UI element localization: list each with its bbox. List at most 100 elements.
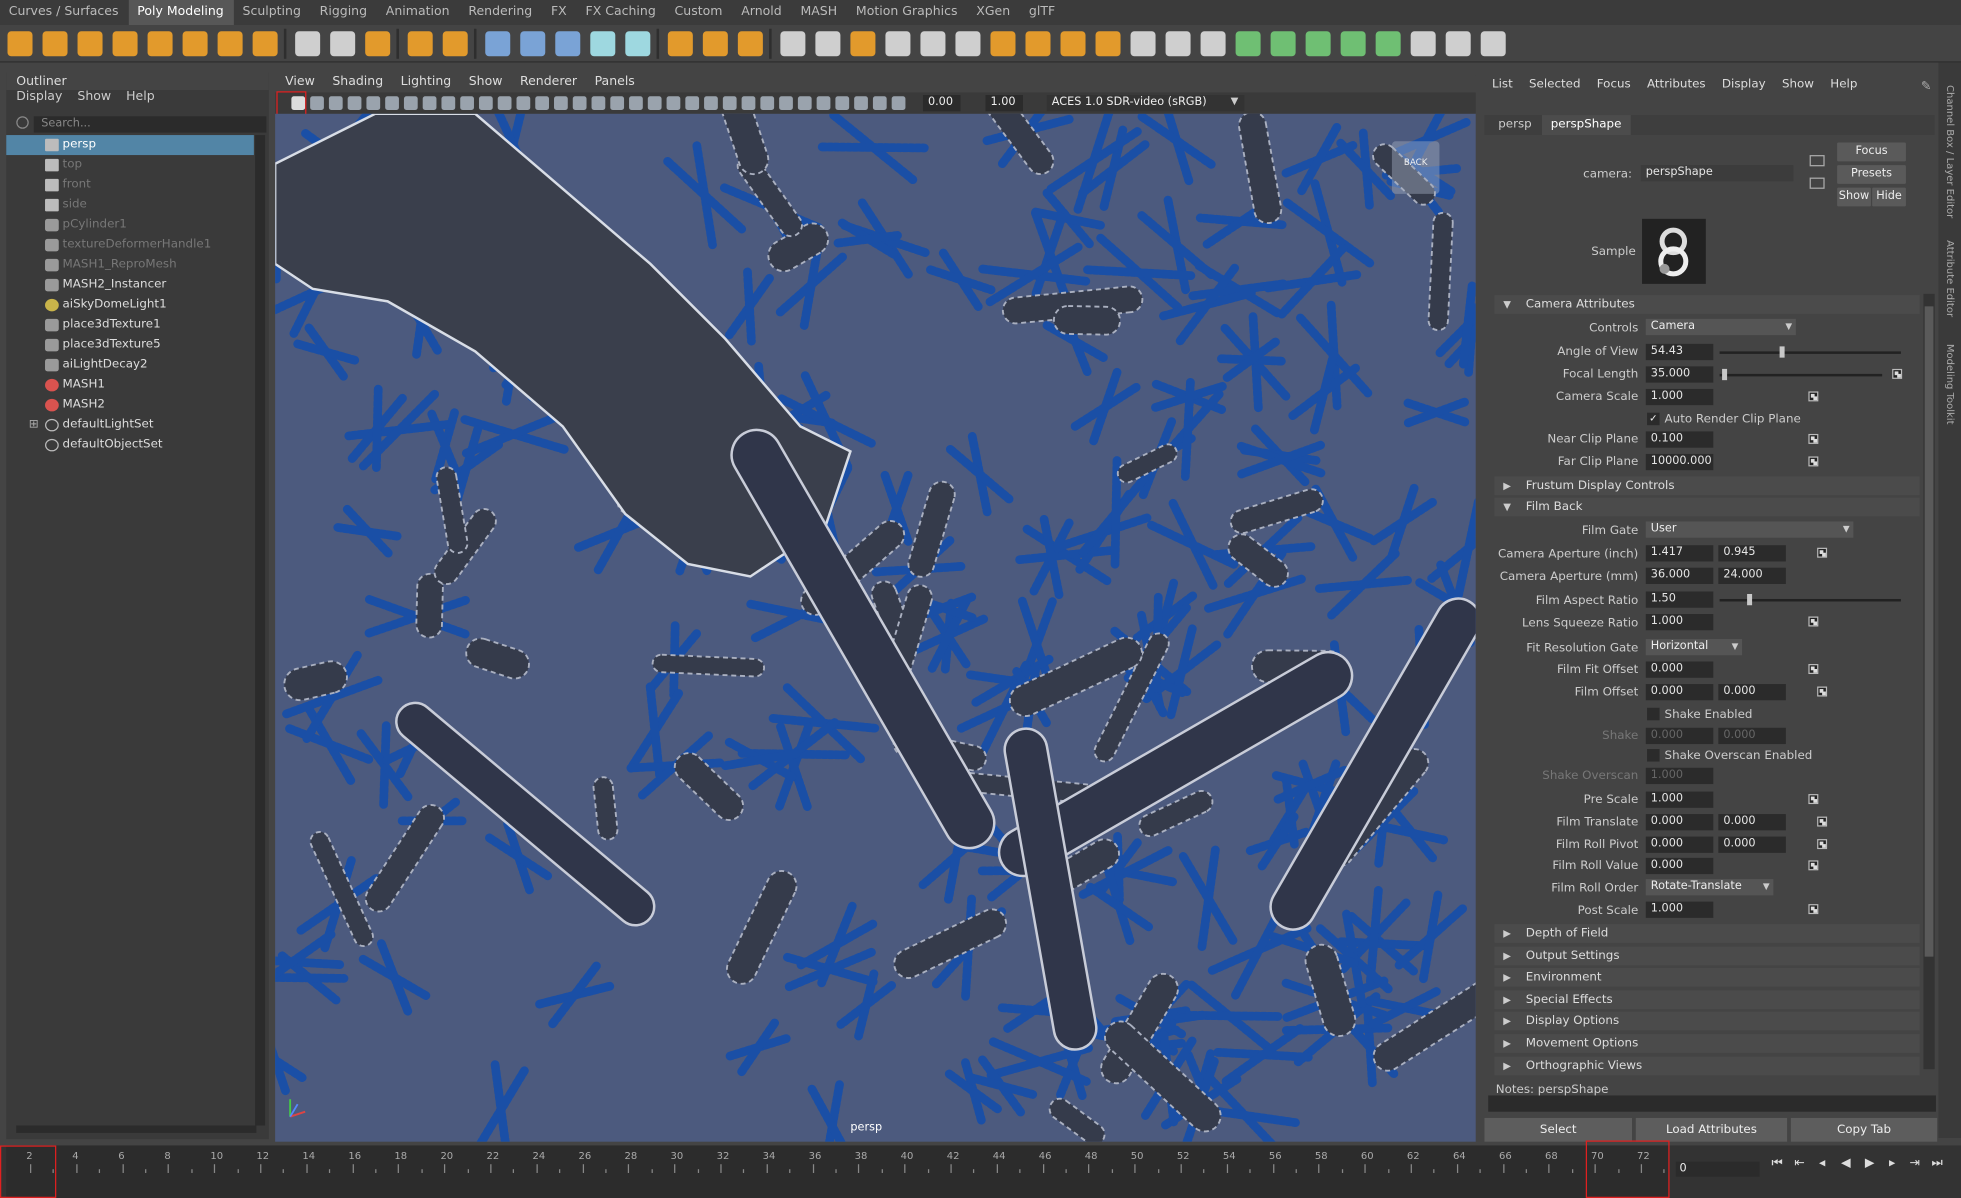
shelf-tool-icon[interactable] xyxy=(1305,31,1331,57)
post-scale-field[interactable]: 1.000 xyxy=(1645,901,1714,918)
viewport-menu-panels[interactable]: Panels xyxy=(595,75,635,93)
film-translate-y-field[interactable]: 0.000 xyxy=(1718,814,1786,831)
map-button-icon[interactable] xyxy=(1808,456,1819,467)
outliner-item[interactable]: MASH1 xyxy=(6,375,254,395)
aperture-inch-x-field[interactable]: 1.417 xyxy=(1645,545,1714,562)
viewport-tool-icon[interactable] xyxy=(647,96,662,111)
viewport-tool-icon[interactable] xyxy=(685,96,700,111)
step-back-frame-icon[interactable]: ◂ xyxy=(1816,1157,1829,1171)
gamma-field[interactable]: 1.00 xyxy=(985,95,1023,112)
shelf-tool-icon[interactable] xyxy=(1165,31,1191,57)
timeline-track[interactable]: 2 4 6 8 10 12 14 16 18 20 22 24 26 28 30 32 34 36 38 40 42 44… xyxy=(6,1145,1670,1198)
viewport-menu-renderer[interactable]: Renderer xyxy=(520,75,577,93)
viewport-tool-icon[interactable] xyxy=(666,96,681,111)
film-roll-order-dropdown[interactable]: Rotate-Translate xyxy=(1645,879,1774,896)
viewport-menu-lighting[interactable]: Lighting xyxy=(401,75,452,93)
focus-icon[interactable] xyxy=(1809,155,1825,167)
current-frame-field[interactable]: 0 xyxy=(1675,1161,1760,1177)
viewport-menu-show[interactable]: Show xyxy=(469,75,503,93)
film-aspect-slider[interactable] xyxy=(1719,593,1901,606)
map-button-icon[interactable] xyxy=(1808,860,1819,871)
ae-menu-display[interactable]: Display xyxy=(1722,78,1766,98)
focus-button[interactable]: Focus xyxy=(1837,142,1906,162)
section-collapsed[interactable]: ▶ Environment xyxy=(1494,968,1920,987)
shelf-tab[interactable]: FX Caching xyxy=(577,0,666,25)
shelf-tab[interactable]: Motion Graphics xyxy=(847,0,967,25)
outliner-item[interactable]: persp xyxy=(6,135,254,156)
shelf-tool-icon[interactable] xyxy=(520,31,546,57)
viewport-tool-icon[interactable] xyxy=(741,96,756,111)
outliner-item[interactable]: ⊞ defaultLightSet xyxy=(6,415,254,435)
shelf-tool-icon[interactable] xyxy=(112,31,138,57)
outliner-horizontal-scrollbar[interactable] xyxy=(16,1125,257,1133)
angle-of-view-slider[interactable] xyxy=(1719,346,1901,358)
focal-length-slider[interactable] xyxy=(1719,368,1883,381)
viewport-tool-icon[interactable] xyxy=(422,96,437,111)
shelf-tool-icon[interactable] xyxy=(885,31,911,57)
outliner-menu-show[interactable]: Show xyxy=(77,90,111,108)
outliner-menu-display[interactable]: Display xyxy=(16,90,62,108)
shelf-tab[interactable]: glTF xyxy=(1020,0,1065,25)
section-camera-attributes[interactable]: ▼ Camera Attributes xyxy=(1494,295,1920,314)
pin-icon[interactable]: ✎ xyxy=(1921,80,1931,94)
color-space-dropdown[interactable]: ACES 1.0 SDR-video (sRGB) xyxy=(1046,95,1245,112)
section-frustum-display[interactable]: ▶ Frustum Display Controls xyxy=(1494,476,1920,496)
film-gate-dropdown[interactable]: User xyxy=(1645,521,1854,538)
viewport-tool-icon[interactable] xyxy=(872,96,887,111)
shelf-tool-icon[interactable] xyxy=(442,31,468,57)
shelf-tool-icon[interactable] xyxy=(780,31,806,57)
viewport-tool-icon[interactable] xyxy=(779,96,793,111)
shelf-tool-icon[interactable] xyxy=(737,31,763,57)
shelf-tool-icon[interactable] xyxy=(182,31,208,57)
outliner-item[interactable]: aiLightDecay2 xyxy=(6,355,254,375)
shelf-tool-icon[interactable] xyxy=(1445,31,1471,57)
ae-menu-selected[interactable]: Selected xyxy=(1529,78,1581,98)
film-translate-x-field[interactable]: 0.000 xyxy=(1645,814,1714,831)
section-collapsed[interactable]: ▶ Special Effects xyxy=(1494,990,1920,1009)
go-to-end-icon[interactable]: ⏭ xyxy=(1931,1157,1944,1171)
view-cube[interactable]: BACK xyxy=(1391,141,1440,194)
map-button-icon[interactable] xyxy=(1808,904,1819,915)
map-button-icon[interactable] xyxy=(1808,433,1819,444)
shelf-tool-icon[interactable] xyxy=(1025,31,1051,57)
map-button-icon[interactable] xyxy=(1817,839,1828,850)
viewport-tool-icon[interactable] xyxy=(478,96,493,111)
channel-box-tab[interactable]: Channel Box / Layer Editor xyxy=(1945,85,1956,218)
shelf-tool-icon[interactable] xyxy=(1410,31,1436,57)
viewport-tool-icon[interactable] xyxy=(854,96,868,111)
outliner-search-input[interactable]: Search... xyxy=(33,116,267,133)
film-roll-value-field[interactable]: 0.000 xyxy=(1645,857,1714,875)
shelf-tool-icon[interactable] xyxy=(667,31,693,57)
shelf-tool-icon[interactable] xyxy=(850,31,876,57)
map-button-icon[interactable] xyxy=(1817,686,1828,697)
outliner-item[interactable]: textureDeformerHandle1 xyxy=(6,235,254,255)
outliner-item[interactable]: defaultObjectSet xyxy=(6,435,254,455)
shelf-tab[interactable]: Custom xyxy=(666,0,733,25)
tab-persp[interactable]: persp xyxy=(1489,115,1540,135)
section-collapsed[interactable]: ▶ Depth of Field xyxy=(1494,924,1920,943)
viewport-tool-icon[interactable] xyxy=(385,96,399,111)
ae-menu-list[interactable]: List xyxy=(1492,78,1513,98)
viewport-tool-icon[interactable] xyxy=(572,96,587,111)
section-collapsed[interactable]: ▶ Movement Options xyxy=(1494,1034,1920,1053)
near-clip-field[interactable]: 0.100 xyxy=(1645,431,1714,448)
section-collapsed[interactable]: ▶ Display Options xyxy=(1494,1012,1920,1031)
viewport-tool-icon[interactable] xyxy=(629,96,643,111)
outliner-item[interactable]: place3dTexture1 xyxy=(6,315,254,335)
shake-enabled-checkbox[interactable] xyxy=(1647,707,1660,721)
film-aspect-field[interactable]: 1.50 xyxy=(1645,591,1714,608)
shelf-tool-icon[interactable] xyxy=(252,31,278,57)
tab-perspShape[interactable]: perspShape xyxy=(1541,115,1631,136)
viewport-tool-icon[interactable] xyxy=(497,96,512,111)
shelf-tool-icon[interactable] xyxy=(365,31,391,57)
outliner-vertical-scrollbar[interactable] xyxy=(255,135,266,1126)
section-collapsed[interactable]: ▶ Output Settings xyxy=(1494,946,1920,965)
map-button-icon[interactable] xyxy=(1808,391,1819,402)
modeling-toolkit-tab[interactable]: Modeling Toolkit xyxy=(1945,344,1956,425)
shelf-tool-icon[interactable] xyxy=(1130,31,1156,57)
viewport-tool-icon[interactable] xyxy=(891,96,906,111)
time-slider[interactable]: 2 4 6 8 10 12 14 16 18 20 22 24 26 28 30 32 34 36 38 40 42 44… xyxy=(0,1140,1961,1198)
viewport-tool-icon[interactable] xyxy=(366,96,381,111)
shelf-tool-icon[interactable] xyxy=(485,31,511,57)
step-forward-key-icon[interactable]: ⇥ xyxy=(1908,1157,1921,1171)
